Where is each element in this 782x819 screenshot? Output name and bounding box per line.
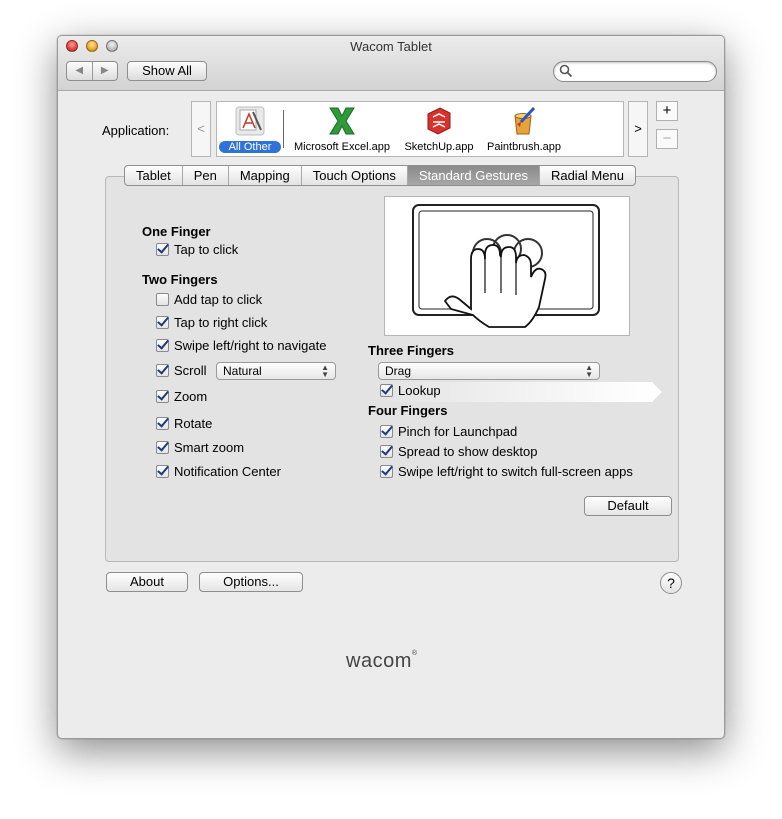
scroll-checkbox[interactable] <box>156 364 169 377</box>
smart-zoom-option[interactable]: Smart zoom <box>156 440 244 455</box>
swipe-fullscreen-checkbox[interactable] <box>380 465 393 478</box>
search-icon <box>559 64 573 78</box>
app-scroll-right-button[interactable]: > <box>628 101 648 157</box>
smart-zoom-checkbox[interactable] <box>156 441 169 454</box>
checkbox-label: Pinch for Launchpad <box>398 424 518 439</box>
application-list: All Other Microsoft Excel.app SketchUp.a… <box>216 101 624 157</box>
popup-arrows-icon: ▲ ▼ <box>321 363 329 379</box>
swipe-navigate-option[interactable]: Swipe left/right to navigate <box>156 338 326 353</box>
checkbox-label: Smart zoom <box>174 440 245 455</box>
app-name: Paintbrush.app <box>487 141 561 153</box>
checkbox-label: Spread to show desktop <box>398 444 538 459</box>
forward-button[interactable]: ▶ <box>93 62 118 80</box>
tab-bar: Tablet Pen Mapping Touch Options Standar… <box>124 165 636 186</box>
back-button[interactable]: ◀ <box>67 62 93 80</box>
rotate-option[interactable]: Rotate <box>156 416 212 431</box>
checkbox-label: Zoom <box>174 389 208 404</box>
checkbox-label: Notification Center <box>174 464 281 479</box>
checkbox-label: Add tap to click <box>174 292 263 307</box>
window-title: Wacom Tablet <box>350 39 432 54</box>
brand-mark: ® <box>411 650 418 657</box>
rotate-checkbox[interactable] <box>156 417 169 430</box>
swipe-navigate-checkbox[interactable] <box>156 339 169 352</box>
checkbox-label: Scroll <box>174 363 207 378</box>
popup-arrows-icon: ▲ ▼ <box>585 363 593 379</box>
wacom-logo: wacom® <box>346 650 418 673</box>
scroll-direction-popup[interactable]: Natural ▲ ▼ <box>216 362 336 380</box>
application-label: Application: <box>102 123 170 138</box>
tab-tablet[interactable]: Tablet <box>125 166 183 185</box>
default-button[interactable]: Default <box>584 496 672 516</box>
lookup-checkbox[interactable] <box>380 384 393 397</box>
zoom-checkbox[interactable] <box>156 390 169 403</box>
notification-center-option[interactable]: Notification Center <box>156 464 281 479</box>
app-item-sketchup[interactable]: SketchUp.app <box>401 104 477 156</box>
add-tap-to-click-checkbox[interactable] <box>156 293 169 306</box>
paintbrush-icon <box>514 106 536 135</box>
search-field[interactable] <box>553 61 717 82</box>
app-item-all-other[interactable]: All Other <box>217 104 283 156</box>
back-forward-control: ◀ ▶ <box>66 61 118 81</box>
pinch-launchpad-option[interactable]: Pinch for Launchpad <box>380 424 517 439</box>
popup-value: Drag <box>385 364 412 378</box>
gesture-hand-illustration <box>412 204 600 328</box>
tab-pen[interactable]: Pen <box>183 166 229 185</box>
remove-application-button[interactable]: − <box>656 129 678 149</box>
app-name: SketchUp.app <box>404 141 474 153</box>
title-bar: Wacom Tablet ◀ ▶ Show All <box>58 36 724 91</box>
excel-icon <box>329 107 355 135</box>
popup-value: Natural <box>223 364 262 378</box>
about-button[interactable]: About <box>106 572 188 592</box>
tab-standard-gestures[interactable]: Standard Gestures <box>407 166 540 185</box>
three-fingers-heading: Three Fingers <box>368 343 454 358</box>
pinch-launchpad-checkbox[interactable] <box>380 425 393 438</box>
options-button[interactable]: Options... <box>199 572 303 592</box>
notification-center-checkbox[interactable] <box>156 465 169 478</box>
four-fingers-heading: Four Fingers <box>368 403 448 418</box>
two-fingers-heading: Two Fingers <box>142 272 218 287</box>
app-item-excel[interactable]: Microsoft Excel.app <box>289 104 395 156</box>
tap-to-right-click-checkbox[interactable] <box>156 316 169 329</box>
three-finger-action-popup[interactable]: Drag ▲ ▼ <box>378 362 600 380</box>
lookup-option[interactable]: Lookup <box>380 383 441 398</box>
preferences-window: Wacom Tablet ◀ ▶ Show All Application: <… <box>57 35 725 739</box>
tab-mapping[interactable]: Mapping <box>229 166 302 185</box>
swipe-fullscreen-option[interactable]: Swipe left/right to switch full-screen a… <box>380 464 633 479</box>
scroll-option[interactable]: Scroll <box>156 363 207 378</box>
sketchup-icon <box>427 107 451 135</box>
zoom-option[interactable]: Zoom <box>156 389 207 404</box>
checkbox-label: Tap to right click <box>174 315 268 330</box>
checkbox-label: Swipe left/right to navigate <box>174 338 327 353</box>
all-other-icon <box>235 106 265 136</box>
tab-touch-options[interactable]: Touch Options <box>302 166 408 185</box>
lookup-highlight-tip <box>652 382 662 402</box>
app-list-divider <box>283 110 284 148</box>
spread-desktop-checkbox[interactable] <box>380 445 393 458</box>
tap-to-right-click-option[interactable]: Tap to right click <box>156 315 267 330</box>
tap-to-click-option[interactable]: Tap to click <box>156 242 238 257</box>
add-application-button[interactable]: + <box>656 101 678 121</box>
spread-desktop-option[interactable]: Spread to show desktop <box>380 444 537 459</box>
checkbox-label: Lookup <box>398 383 441 398</box>
gesture-preview <box>384 196 630 336</box>
brand-name: wacom <box>346 650 412 672</box>
tap-to-click-checkbox[interactable] <box>156 243 169 256</box>
add-tap-to-click-option[interactable]: Add tap to click <box>156 292 262 307</box>
checkbox-label: Swipe left/right to switch full-screen a… <box>398 464 633 479</box>
one-finger-heading: One Finger <box>142 224 211 239</box>
app-name: All Other <box>219 141 281 153</box>
tab-radial-menu[interactable]: Radial Menu <box>540 166 635 185</box>
app-name: Microsoft Excel.app <box>294 141 390 153</box>
show-all-button[interactable]: Show All <box>127 61 207 81</box>
app-scroll-left-button[interactable]: < <box>191 101 211 157</box>
checkbox-label: Tap to click <box>174 242 239 257</box>
checkbox-label: Rotate <box>174 416 213 431</box>
app-item-paintbrush[interactable]: Paintbrush.app <box>483 104 565 156</box>
help-button[interactable]: ? <box>660 572 682 594</box>
